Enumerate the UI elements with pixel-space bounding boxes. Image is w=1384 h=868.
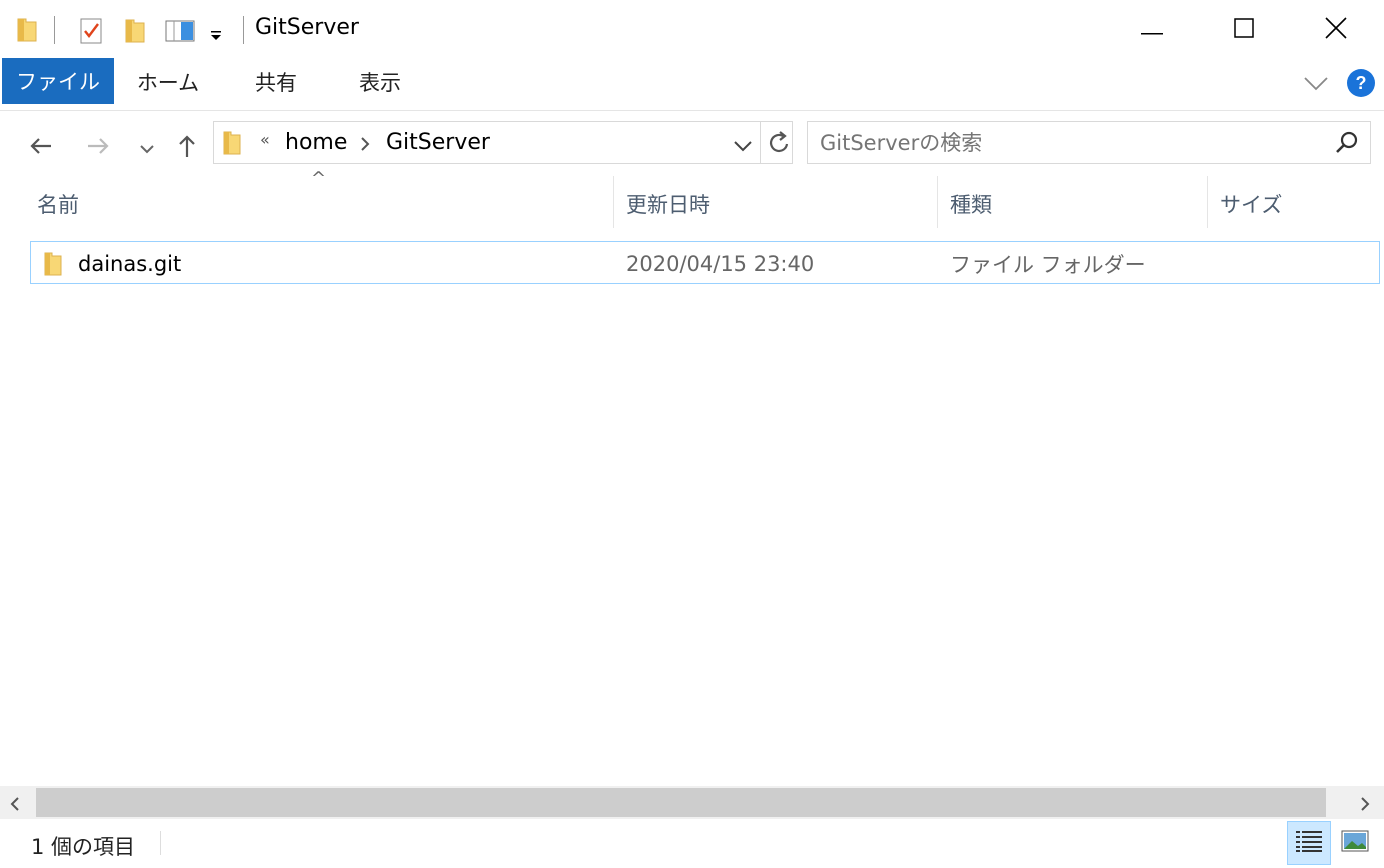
large-icons-view-icon xyxy=(1341,830,1369,856)
column-header-date[interactable]: 更新日時 xyxy=(626,176,926,232)
address-dropdown-icon[interactable] xyxy=(734,137,752,156)
breadcrumb-separator-icon xyxy=(360,136,370,155)
title-bar: GitServer xyxy=(0,0,1384,60)
scrollbar-thumb[interactable] xyxy=(36,788,1326,817)
details-view-icon xyxy=(1295,829,1323,857)
close-icon xyxy=(1325,17,1347,43)
refresh-icon[interactable] xyxy=(767,130,791,160)
up-button[interactable] xyxy=(169,130,205,166)
details-view-button[interactable] xyxy=(1287,821,1331,865)
customize-toolbar-icon[interactable] xyxy=(209,27,223,46)
column-header-size[interactable]: サイズ xyxy=(1220,176,1370,232)
close-button[interactable] xyxy=(1290,0,1382,60)
folder-icon xyxy=(16,16,38,48)
breadcrumb-gitserver[interactable]: GitServer xyxy=(386,130,490,155)
tab-share[interactable]: 共有 xyxy=(228,60,324,104)
file-date: 2020/04/15 23:40 xyxy=(626,251,815,276)
tab-view[interactable]: 表示 xyxy=(332,60,428,104)
item-count: 1 個の項目 xyxy=(31,835,136,859)
minimize-icon xyxy=(1141,21,1163,40)
maximize-button[interactable] xyxy=(1198,0,1290,60)
scroll-right-icon[interactable] xyxy=(1360,796,1370,815)
file-row[interactable]: dainas.git 2020/04/15 23:40 ファイル フォルダー xyxy=(30,241,1380,284)
folder-icon xyxy=(43,251,63,281)
new-folder-icon[interactable] xyxy=(124,17,146,49)
arrow-right-icon xyxy=(86,136,110,160)
tab-file[interactable]: ファイル xyxy=(2,58,114,104)
back-button[interactable] xyxy=(23,130,59,166)
address-bar[interactable]: « home GitServer xyxy=(213,121,793,164)
forward-button[interactable] xyxy=(80,130,116,166)
ribbon: ファイル ホーム 共有 表示 ? xyxy=(0,58,1384,111)
maximize-icon xyxy=(1234,18,1254,42)
status-bar: 1 個の項目 xyxy=(0,819,1384,868)
horizontal-scrollbar[interactable] xyxy=(0,786,1384,819)
pane-icon[interactable] xyxy=(165,19,195,47)
large-icons-view-button[interactable] xyxy=(1333,821,1377,865)
search-box[interactable] xyxy=(807,121,1371,164)
help-button[interactable]: ? xyxy=(1347,69,1375,97)
file-name: dainas.git xyxy=(78,251,182,276)
column-header-name[interactable]: 名前 xyxy=(37,176,607,232)
help-icon: ? xyxy=(1355,72,1367,93)
folder-icon xyxy=(222,130,242,160)
properties-icon[interactable] xyxy=(79,17,103,49)
arrow-left-icon xyxy=(29,136,53,160)
tab-home[interactable]: ホーム xyxy=(120,60,216,104)
search-input[interactable] xyxy=(818,127,1322,159)
minimize-button[interactable] xyxy=(1106,0,1198,60)
search-icon[interactable] xyxy=(1334,130,1360,160)
overflow-indicator[interactable]: « xyxy=(260,130,270,149)
window-title: GitServer xyxy=(255,15,359,40)
scroll-left-icon[interactable] xyxy=(10,796,20,815)
chevron-down-icon xyxy=(140,139,154,158)
breadcrumb-home[interactable]: home xyxy=(285,130,347,155)
arrow-up-icon xyxy=(177,134,197,162)
navigation-bar: « home GitServer xyxy=(0,110,1384,176)
expand-ribbon-icon[interactable] xyxy=(1304,76,1328,95)
file-type: ファイル フォルダー xyxy=(950,252,1146,277)
column-header-type[interactable]: 種類 xyxy=(950,176,1200,232)
recent-locations-button[interactable] xyxy=(129,130,165,166)
